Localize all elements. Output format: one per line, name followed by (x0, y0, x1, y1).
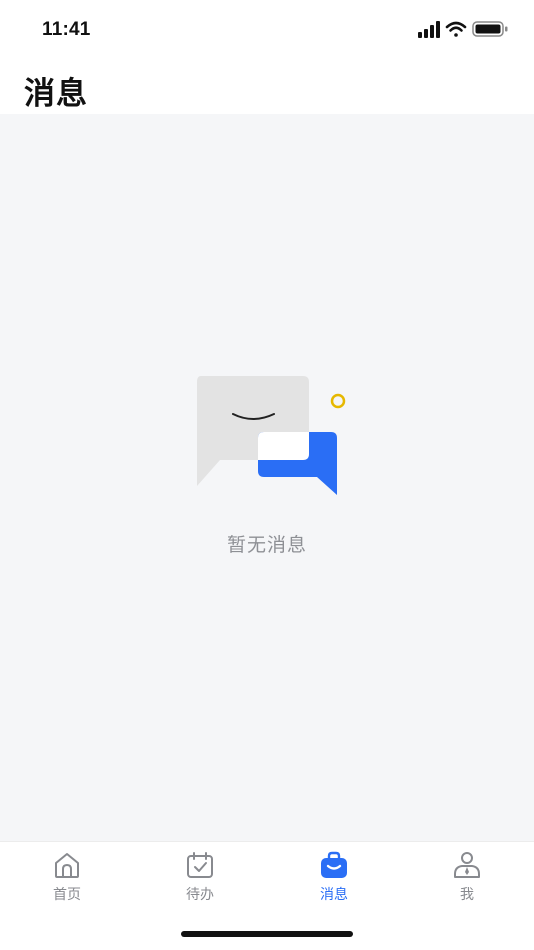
yellow-circle (330, 393, 346, 409)
tab-messages[interactable]: 消息 (294, 850, 374, 906)
page-title: 消息 (24, 76, 88, 112)
tab-label-todo: 待办 (186, 887, 214, 903)
wifi-icon (445, 21, 467, 37)
tab-label-home: 首页 (53, 887, 81, 903)
person-icon (454, 852, 480, 878)
system-status-icons (418, 21, 508, 38)
home-indicator[interactable] (181, 931, 353, 937)
calendar-check-icon (187, 852, 213, 878)
battery-icon (472, 21, 508, 37)
status-time: 11:41 (42, 19, 91, 40)
page-header: 消息 (0, 60, 534, 114)
status-bar: 11:41 (0, 0, 534, 60)
briefcase-icon (321, 851, 347, 878)
signal-icon (418, 21, 440, 38)
tab-me[interactable]: 我 (427, 850, 507, 906)
status-icons (418, 20, 514, 40)
empty-state-message: 暂无消息 (226, 534, 307, 556)
home-icon (55, 853, 79, 878)
main-content: 暂无消息 (0, 114, 534, 841)
empty-messages-illustration (195, 376, 347, 502)
tab-label-messages: 消息 (320, 887, 348, 903)
bubble-overlap (258, 432, 309, 460)
tab-label-me: 我 (460, 887, 474, 903)
tab-todo[interactable]: 待办 (160, 850, 240, 906)
tab-home[interactable]: 首页 (27, 850, 107, 906)
